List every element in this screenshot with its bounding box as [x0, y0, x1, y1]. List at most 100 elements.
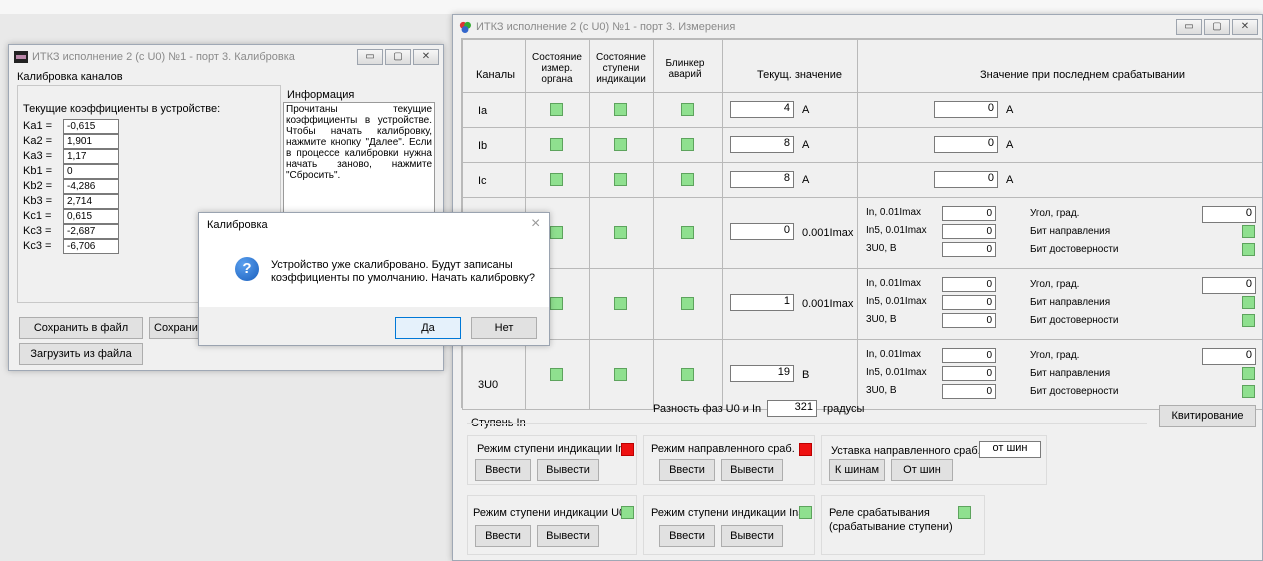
- load-from-file-button[interactable]: Загрузить из файла: [19, 343, 143, 365]
- meas-state-indicator: [550, 297, 563, 310]
- stage-state-indicator: [614, 226, 627, 239]
- param-label: In, 0.01Imax: [866, 207, 922, 218]
- calibration-section: Калибровка каналов: [17, 71, 123, 83]
- blinker-indicator: [681, 368, 694, 381]
- coef-name: Ka3 =: [23, 150, 53, 162]
- last-unit: А: [1006, 104, 1014, 116]
- channel-name: Ib: [478, 140, 488, 152]
- dialog-close-icon[interactable]: ×: [531, 215, 540, 233]
- grid-line-h: [462, 162, 1262, 163]
- coef-name: Ka1 =: [23, 120, 53, 132]
- param-label: 3U0, В: [866, 243, 897, 254]
- mode-in-enter-button[interactable]: Ввести: [475, 459, 531, 481]
- mode-in-exit-button[interactable]: Вывести: [537, 459, 599, 481]
- mode-u0-indicator: [621, 506, 634, 519]
- setpoint-value: от шин: [979, 441, 1041, 458]
- coef-value-field: -6,706: [63, 239, 119, 254]
- mode-in5-indicator: [799, 506, 812, 519]
- blinker-indicator: [681, 138, 694, 151]
- validity-bit-label: Бит достоверности: [1030, 244, 1119, 255]
- from-bus-button[interactable]: От шин: [891, 459, 953, 481]
- grid-line-v: [589, 39, 590, 409]
- dialog-message-2: коэффициенты по умолчанию. Начать калибр…: [271, 272, 536, 284]
- coef-name: Kc3 =: [23, 225, 52, 237]
- grid-line-h: [462, 268, 1262, 269]
- mode-dir-enter-button[interactable]: Ввести: [659, 459, 715, 481]
- validity-bit-label: Бит достоверности: [1030, 315, 1119, 326]
- relay-label-2: (срабатывание ступени): [829, 521, 953, 533]
- mode-dir-label: Режим направленного сраб.: [651, 443, 795, 455]
- coef-name: Kb3 =: [23, 195, 53, 207]
- coef-name: Kc1 =: [23, 210, 52, 222]
- angle-value-field: 0: [1202, 277, 1256, 294]
- to-bus-button[interactable]: К шинам: [829, 459, 885, 481]
- mode-in5-exit-button[interactable]: Вывести: [721, 525, 783, 547]
- grid-line-h: [462, 39, 1262, 40]
- stage-state-indicator: [614, 173, 627, 186]
- stage-state-indicator: [614, 138, 627, 151]
- coef-value-field: 0,615: [63, 209, 119, 224]
- validity-bit-indicator: [1242, 314, 1255, 327]
- param-label: 3U0, В: [866, 314, 897, 325]
- param-value-field: 0: [942, 224, 996, 239]
- param-label: In5, 0.01Imax: [866, 225, 927, 236]
- calibration-titlebar[interactable]: ИТКЗ исполнение 2 (с U0) №1 - порт 3. Ка…: [9, 45, 443, 69]
- direction-bit-label: Бит направления: [1030, 226, 1111, 237]
- ack-button[interactable]: Квитирование: [1159, 405, 1256, 427]
- phase-value: 321: [767, 400, 817, 417]
- maximize-icon[interactable]: ▢: [385, 49, 411, 65]
- blinker-indicator: [681, 103, 694, 116]
- close-icon[interactable]: ✕: [1232, 19, 1258, 35]
- header-channels: Каналы: [476, 69, 516, 81]
- param-label: 3U0, В: [866, 385, 897, 396]
- param-value-field: 0: [942, 295, 996, 310]
- mode-u0-enter-button[interactable]: Ввести: [475, 525, 531, 547]
- param-value-field: 0: [942, 384, 996, 399]
- mode-in5-enter-button[interactable]: Ввести: [659, 525, 715, 547]
- current-value-field: 19: [730, 365, 794, 382]
- coef-name: Kb2 =: [23, 180, 53, 192]
- param-label: In, 0.01Imax: [866, 349, 922, 360]
- minimize-icon[interactable]: ▭: [1176, 19, 1202, 35]
- coef-name: Ka2 =: [23, 135, 53, 147]
- mode-in-label: Режим ступени индикации In: [477, 443, 625, 455]
- current-value-field: 1: [730, 294, 794, 311]
- meas-state-indicator: [550, 368, 563, 381]
- param-value-field: 0: [942, 277, 996, 292]
- param-value-field: 0: [942, 366, 996, 381]
- mode-dir-indicator: [799, 443, 812, 456]
- desktop-strip: [0, 0, 1263, 14]
- close-icon[interactable]: ✕: [413, 49, 439, 65]
- coef-label: Текущие коэффициенты в устройстве:: [23, 103, 221, 115]
- calibration-dialog: Калибровка × ? Устройство уже скалиброва…: [198, 212, 550, 346]
- coef-value-field: 1,17: [63, 149, 119, 164]
- mode-u0-exit-button[interactable]: Вывести: [537, 525, 599, 547]
- mode-dir-exit-button[interactable]: Вывести: [721, 459, 783, 481]
- stage-state-indicator: [614, 368, 627, 381]
- direction-bit-label: Бит направления: [1030, 368, 1111, 379]
- measurement-titlebar[interactable]: ИТКЗ исполнение 2 (с U0) №1 - порт 3. Из…: [453, 15, 1262, 39]
- minimize-icon[interactable]: ▭: [357, 49, 383, 65]
- angle-label: Угол, град.: [1030, 279, 1080, 290]
- setpoint-label: Уставка направленного сраб.: [831, 445, 981, 457]
- direction-bit-label: Бит направления: [1030, 297, 1111, 308]
- last-unit: А: [1006, 139, 1014, 151]
- no-button[interactable]: Нет: [471, 317, 537, 339]
- current-unit: А: [802, 174, 810, 186]
- yes-button[interactable]: Да: [395, 317, 461, 339]
- coef-value-field: -0,615: [63, 119, 119, 134]
- save-to-file-button[interactable]: Сохранить в файл: [19, 317, 143, 339]
- mode-in-indicator: [621, 443, 634, 456]
- validity-bit-indicator: [1242, 385, 1255, 398]
- current-value-field: 0: [730, 223, 794, 240]
- param-label: In5, 0.01Imax: [866, 367, 927, 378]
- direction-bit-indicator: [1242, 225, 1255, 238]
- maximize-icon[interactable]: ▢: [1204, 19, 1230, 35]
- phase-unit: градусы: [823, 403, 865, 415]
- current-unit: В: [802, 369, 810, 381]
- last-value-field: 0: [934, 101, 998, 118]
- phase-label: Разность фаз U0 и In: [653, 403, 762, 415]
- param-value-field: 0: [942, 206, 996, 221]
- mode-u0-label: Режим ступени индикации U0: [473, 507, 626, 519]
- direction-bit-indicator: [1242, 367, 1255, 380]
